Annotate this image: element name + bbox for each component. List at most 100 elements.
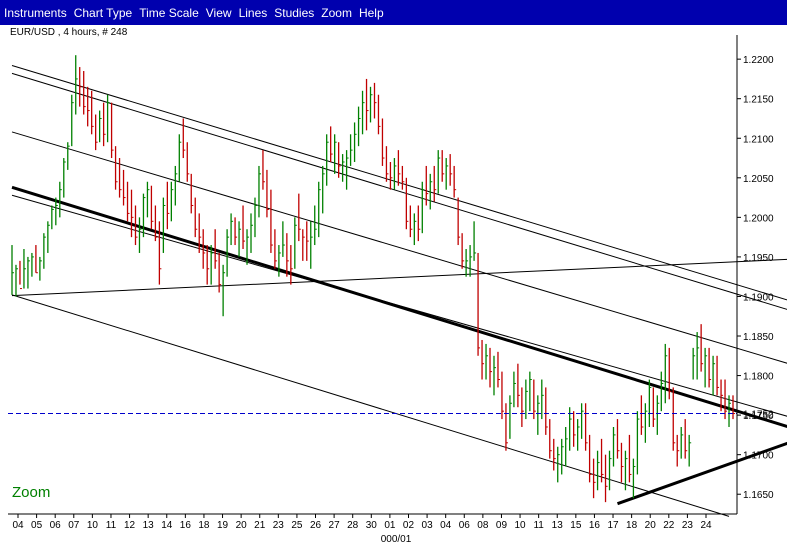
price-bar (91, 90, 94, 135)
price-bar (461, 233, 465, 269)
price-bar (636, 411, 640, 475)
price-bar (529, 371, 532, 412)
price-bar (43, 233, 46, 269)
menu-studies[interactable]: Studies (271, 6, 317, 20)
y-tick-label: 1.1650 (743, 490, 774, 501)
price-bar (537, 395, 540, 435)
trendline-5[interactable] (11, 131, 787, 364)
trendline-6[interactable] (11, 294, 730, 517)
chart-area[interactable]: 1.1650 1.1700 1.1750 1.1800 1.1850 1.1900 1.19… (0, 25, 787, 549)
price-bar (557, 446, 560, 483)
x-tick-label: 25 (291, 520, 303, 531)
trendlines-layer (11, 64, 787, 517)
price-bar (441, 150, 445, 182)
menu-help[interactable]: Help (356, 6, 387, 20)
x-tick-label: 28 (347, 520, 359, 531)
price-bar (110, 102, 114, 159)
y-tick-label: 1.2200 (743, 55, 774, 66)
price-bar (580, 403, 584, 439)
price-bar (341, 154, 345, 182)
price-bar (541, 379, 544, 420)
menu-time-scale[interactable]: Time Scale (136, 6, 202, 20)
price-bar (493, 355, 496, 396)
price-bar (656, 395, 660, 435)
x-tick-label: 27 (329, 520, 341, 531)
price-bar (576, 419, 580, 451)
price-bar (59, 181, 62, 218)
price-bar (401, 165, 405, 190)
price-bar (266, 169, 269, 218)
price-bar (51, 205, 54, 230)
price-bar (122, 169, 126, 206)
price-chart[interactable]: 1.16501.17001.17501.18001.18501.19001.19… (0, 25, 787, 549)
x-tick-label: 05 (31, 520, 43, 531)
price-bar (445, 158, 449, 190)
price-bar (497, 351, 500, 388)
price-bar (381, 118, 385, 166)
chart-title: EUR/USD , 4 hours, # 248 (10, 27, 128, 38)
trendline-2[interactable] (11, 194, 787, 417)
price-bar (87, 86, 90, 127)
menu-view[interactable]: View (203, 6, 235, 20)
price-bar (397, 150, 401, 186)
price-bar (700, 324, 704, 372)
price-bar (393, 158, 397, 190)
price-bar (337, 142, 341, 178)
price-bar (708, 347, 712, 388)
price-bar (668, 347, 672, 400)
price-bar (684, 419, 688, 459)
x-tick-label: 04 (440, 520, 452, 531)
price-bar (314, 205, 317, 246)
x-tick-label: 12 (124, 520, 136, 531)
menu-zoom[interactable]: Zoom (318, 6, 355, 20)
price-bar (166, 181, 170, 230)
price-bar (417, 205, 421, 242)
y-tick-label: 1.2100 (743, 134, 774, 145)
zoom-label[interactable]: Zoom (12, 484, 50, 501)
price-bar (712, 355, 716, 396)
price-bar (608, 450, 612, 491)
price-bar (150, 185, 154, 230)
price-bar (202, 229, 206, 269)
trendline-4[interactable] (11, 72, 787, 310)
x-tick-label: 30 (366, 520, 378, 531)
price-bar (449, 154, 453, 186)
price-bar (672, 387, 676, 451)
price-bar (409, 205, 413, 238)
price-bar (716, 355, 720, 396)
price-bar (182, 118, 186, 159)
y-tick-label: 1.2000 (743, 213, 774, 224)
price-bar (31, 252, 34, 277)
price-bar (322, 165, 325, 214)
price-bar (704, 347, 708, 388)
x-tick-label: 06 (459, 520, 471, 531)
price-bar (521, 387, 524, 427)
price-bar (174, 165, 178, 206)
menu-lines[interactable]: Lines (236, 6, 271, 20)
menu-chart-type[interactable]: Chart Type (71, 6, 135, 20)
x-tick-label: 04 (12, 520, 24, 531)
price-bar (640, 395, 644, 435)
price-bar (357, 106, 361, 147)
price-bar (676, 434, 680, 467)
price-bar (616, 419, 620, 459)
price-bar (632, 458, 636, 499)
price-bar (429, 173, 433, 210)
price-bar (186, 142, 190, 182)
y-tick-label: 1.1850 (743, 332, 774, 343)
menu-instruments[interactable]: Instruments (1, 6, 70, 20)
price-bar (385, 146, 389, 182)
y-axis: 1.16501.17001.17501.18001.18501.19001.19… (737, 55, 774, 501)
x-tick-label: 11 (533, 520, 544, 531)
x-tick-label: 10 (514, 520, 526, 531)
price-bar (326, 134, 329, 186)
price-bar (349, 134, 353, 166)
trendline-7[interactable] (11, 258, 787, 297)
price-bar (242, 205, 246, 249)
price-bar (95, 114, 98, 151)
price-bar (437, 150, 441, 194)
price-bar (644, 403, 648, 443)
price-bar (106, 94, 110, 143)
price-bar (98, 110, 102, 143)
x-tick-label: 11 (106, 520, 117, 531)
